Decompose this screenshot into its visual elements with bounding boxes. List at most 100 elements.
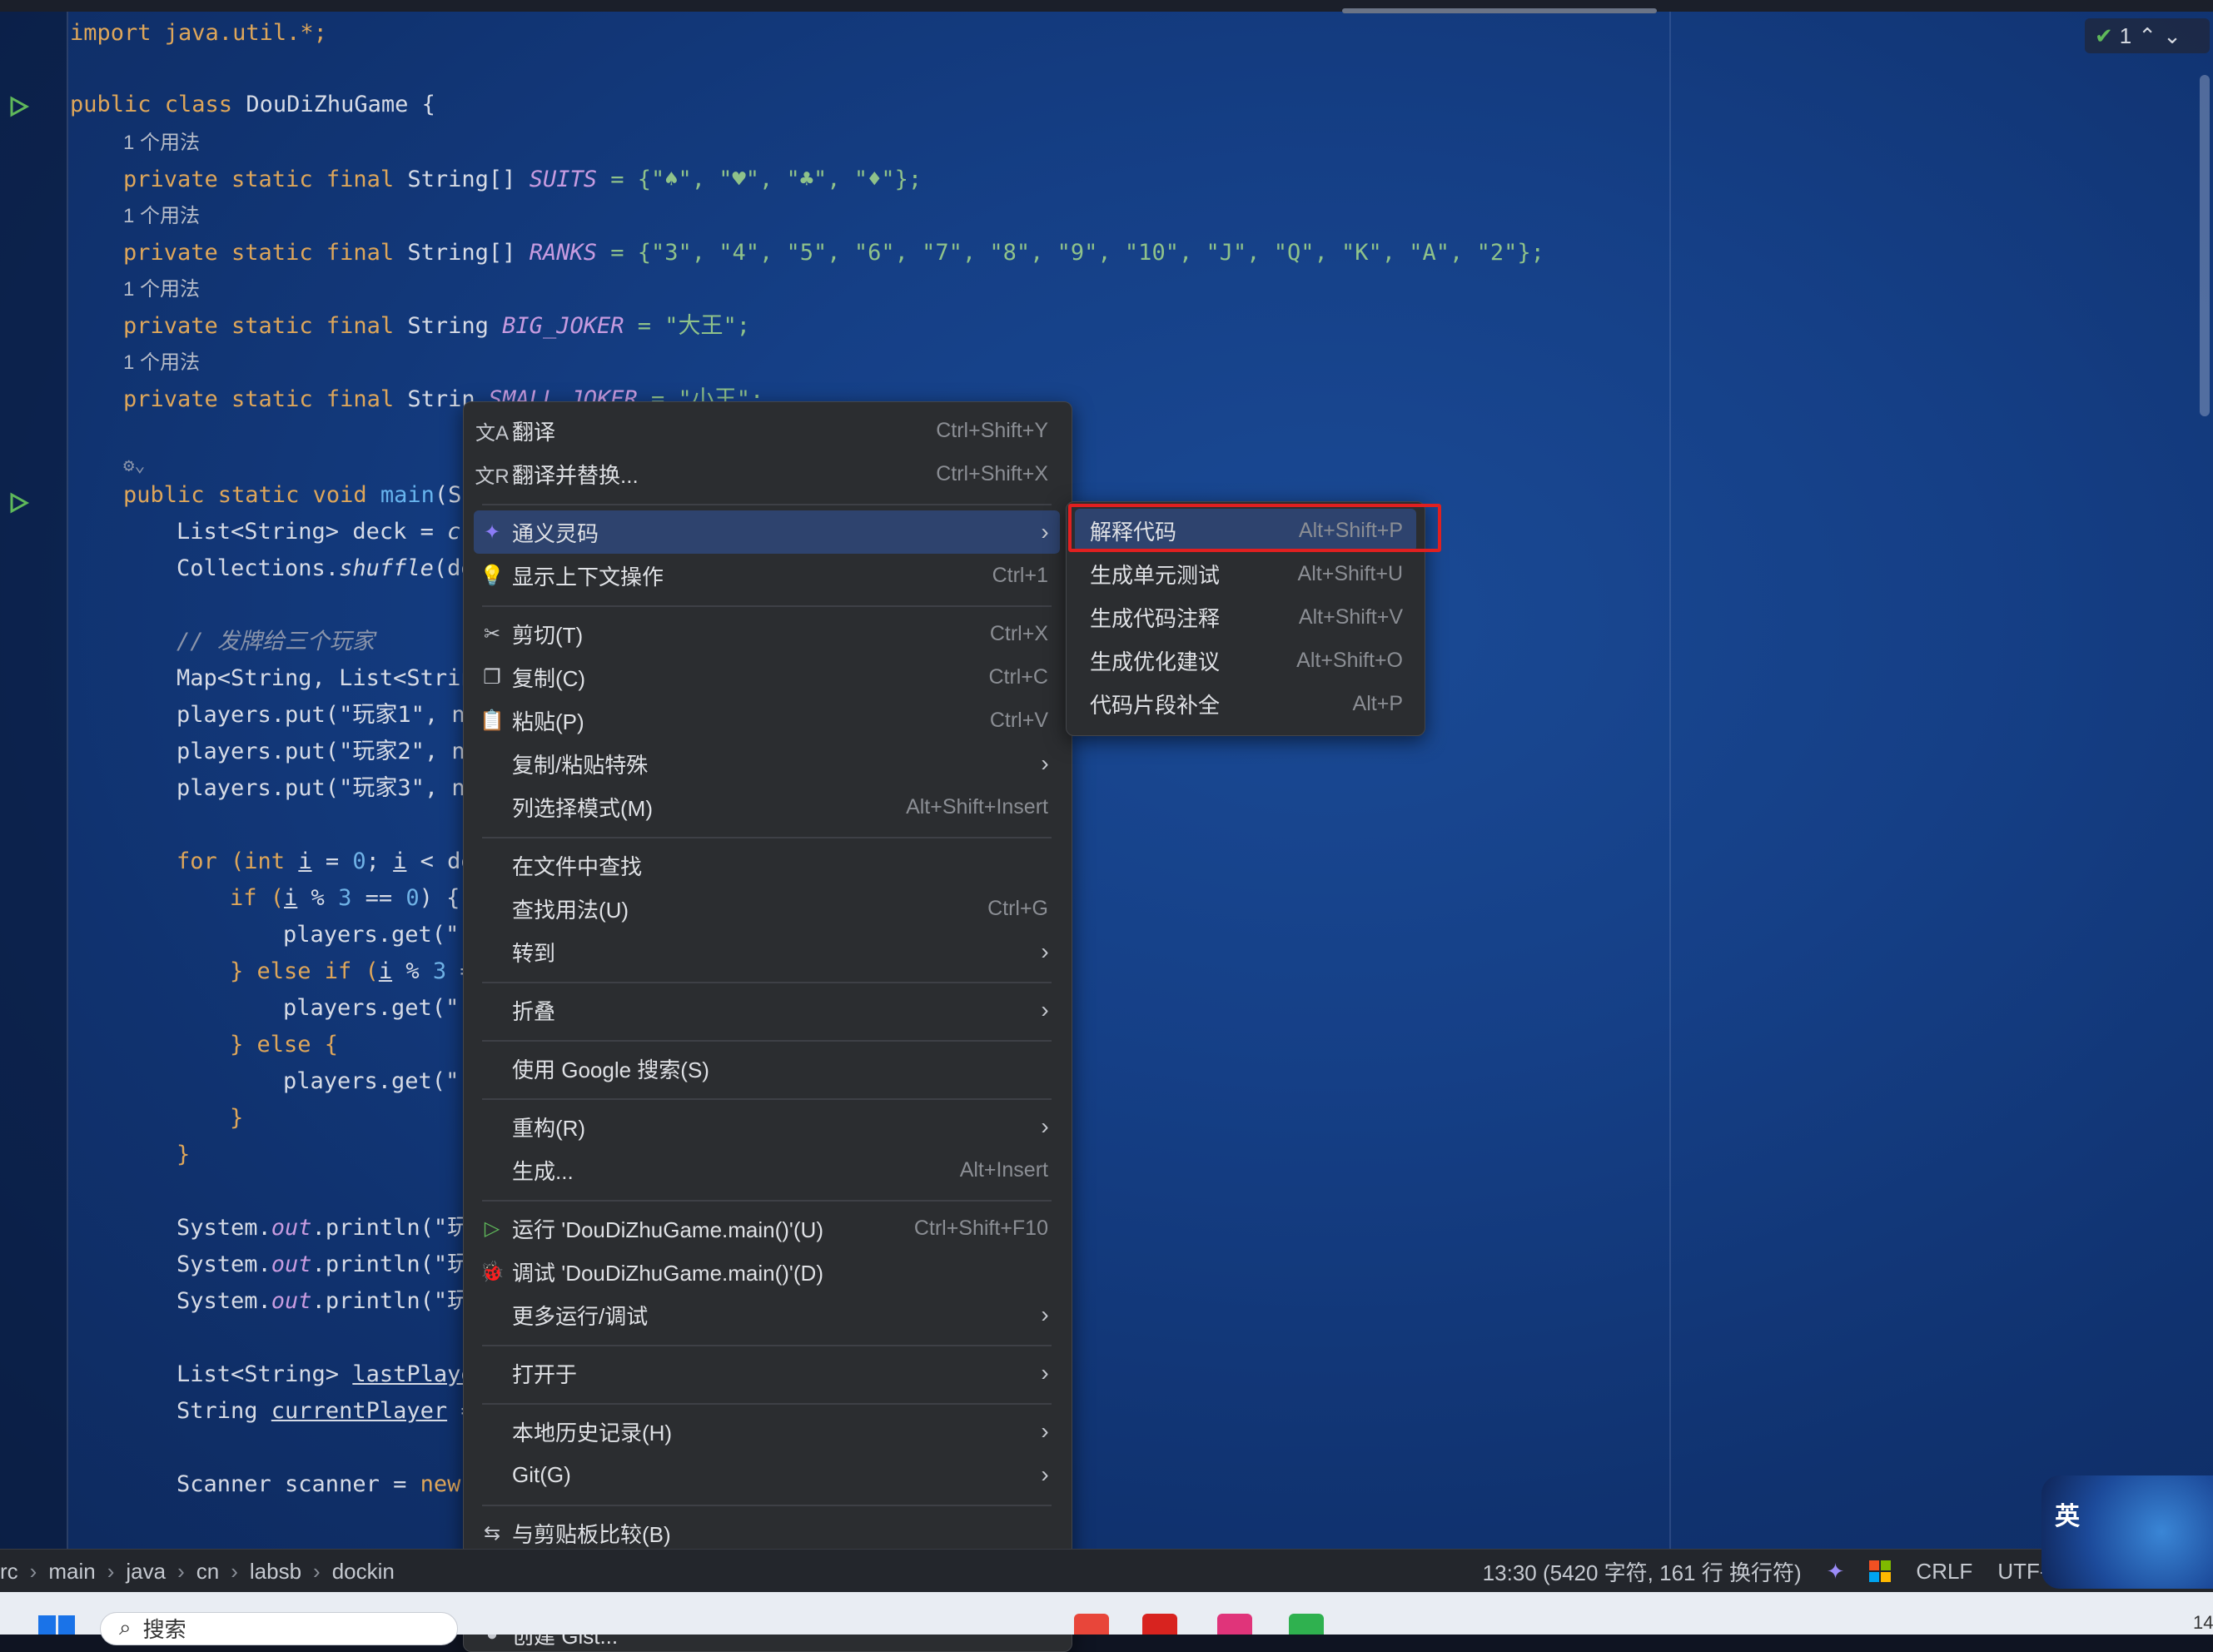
menu-item-paste[interactable]: 📋 粘贴(P) Ctrl+V: [474, 699, 1060, 742]
submenu-item-snippet-completion[interactable]: 代码片段补全 Alt+P: [1075, 682, 1416, 725]
caret-position[interactable]: 13:30 (5420 字符, 161 行 换行符): [1483, 1556, 1802, 1587]
code-line-suits[interactable]: private static final String[] SUITS = {"…: [123, 163, 922, 197]
taskbar-search-box[interactable]: ⌕ 搜索: [100, 1612, 458, 1645]
code-line-else-if[interactable]: } else if (i % 3 =: [230, 955, 474, 988]
breadcrumb-item[interactable]: java: [126, 1559, 166, 1585]
usage-hint[interactable]: 1 个用法: [123, 273, 200, 306]
menu-separator: [482, 504, 1052, 505]
usage-hint[interactable]: 1 个用法: [123, 200, 200, 233]
inspection-widget[interactable]: ✔ 1 ⌃ ⌄: [2085, 18, 2210, 53]
chevron-right-icon: ›: [1041, 1301, 1049, 1327]
windows-start-icon[interactable]: [38, 1615, 75, 1635]
code-line-if[interactable]: if (i % 3 == 0) {: [230, 882, 460, 915]
menu-item-find-in-files[interactable]: 在文件中查找: [474, 843, 1060, 887]
menu-item-cut[interactable]: ✂ 剪切(T) Ctrl+X: [474, 612, 1060, 655]
chevron-down-icon[interactable]: ⌄: [2163, 23, 2181, 49]
ime-mode-label: 英: [2055, 1502, 2080, 1531]
code-comment[interactable]: // 发牌给三个玩家: [177, 625, 375, 659]
breadcrumb-item[interactable]: rc: [0, 1559, 18, 1585]
run-icon[interactable]: [7, 491, 30, 515]
ime-widget[interactable]: 英: [2041, 1475, 2213, 1589]
editor-context-menu[interactable]: 文A 翻译 Ctrl+Shift+Y 文R 翻译并替换... Ctrl+Shift+X …: [463, 401, 1072, 1652]
ai-inlay-icon[interactable]: ⚙⌄: [123, 450, 146, 483]
submenu-item-optimize-suggestions[interactable]: 生成优化建议 Alt+Shift+O: [1075, 639, 1416, 682]
code-line-put2[interactable]: players.put("玩家2", n: [177, 735, 465, 769]
tray-clock[interactable]: 14: [2193, 1612, 2213, 1634]
wechat-icon[interactable]: [1289, 1614, 1324, 1635]
code-line-else[interactable]: } else {: [230, 1028, 338, 1062]
chevron-right-icon: ›: [1041, 1461, 1049, 1487]
line-gutter[interactable]: [0, 12, 68, 1549]
breadcrumb-item[interactable]: labsb: [250, 1559, 301, 1585]
line-separator[interactable]: CRLF: [1916, 1559, 1972, 1585]
menu-item-column-selection[interactable]: 列选择模式(M) Alt+Shift+Insert: [474, 785, 1060, 828]
horizontal-scroll-thumb[interactable]: [1342, 8, 1657, 13]
code-line-last-played[interactable]: List<String> lastPlaye: [177, 1358, 475, 1391]
menu-item-find-usages[interactable]: 查找用法(U) Ctrl+G: [474, 887, 1060, 930]
menu-item-copy[interactable]: ❐ 复制(C) Ctrl+C: [474, 655, 1060, 699]
run-icon: ▷: [484, 1217, 500, 1240]
code-line-close-for[interactable]: }: [177, 1138, 190, 1172]
menu-item-tongyi-lingma[interactable]: ✦ 通义灵码 ›: [474, 510, 1060, 554]
submenu-item-generate-unit-test[interactable]: 生成单元测试 Alt+Shift+U: [1075, 552, 1416, 595]
netease-music-icon[interactable]: [1142, 1614, 1177, 1635]
intellij-idea-icon[interactable]: [1217, 1614, 1252, 1635]
usage-hint[interactable]: 1 个用法: [123, 346, 200, 380]
menu-item-local-history[interactable]: 本地历史记录(H) ›: [474, 1410, 1060, 1453]
run-icon[interactable]: [7, 95, 30, 118]
code-line-map[interactable]: Map<String, List<Strin: [177, 662, 475, 695]
code-line-main[interactable]: public static void main(St: [123, 479, 475, 512]
menu-item-refactor[interactable]: 重构(R) ›: [474, 1105, 1060, 1148]
code-line-put1[interactable]: players.put("玩家1", n: [177, 699, 465, 732]
windows-logo-icon[interactable]: [1869, 1560, 1892, 1582]
menu-item-goto[interactable]: 转到 ›: [474, 930, 1060, 973]
chevron-up-icon[interactable]: ⌃: [2138, 23, 2156, 49]
code-line-for[interactable]: for (int i = 0; i < de: [177, 845, 475, 878]
chrome-icon[interactable]: [1074, 1614, 1109, 1635]
menu-item-generate[interactable]: 生成... Alt+Insert: [474, 1148, 1060, 1192]
code-line-get3[interactable]: players.get(": [283, 1065, 459, 1098]
menu-item-google-search[interactable]: 使用 Google 搜索(S): [474, 1047, 1060, 1090]
code-line-get2[interactable]: players.get(": [283, 992, 459, 1025]
code-line-deck[interactable]: List<String> deck = cr: [177, 515, 475, 549]
menu-item-translate-replace[interactable]: 文R 翻译并替换... Ctrl+Shift+X: [474, 452, 1060, 495]
menu-separator: [482, 982, 1052, 983]
menu-item-debug-main[interactable]: 🐞 调试 'DouDiZhuGame.main()'(D): [474, 1250, 1060, 1293]
chevron-right-icon: ›: [1041, 997, 1049, 1023]
code-line-current-player[interactable]: String currentPlayer =: [177, 1395, 475, 1428]
chevron-right-icon: ›: [1041, 1418, 1049, 1444]
breadcrumb-item[interactable]: cn: [196, 1559, 219, 1585]
menu-separator: [482, 605, 1052, 607]
code-line-class[interactable]: public class DouDiZhuGame {: [70, 88, 435, 122]
vertical-scrollbar[interactable]: [2200, 75, 2210, 416]
code-line-close-inner[interactable]: }: [230, 1102, 243, 1135]
menu-item-folding[interactable]: 折叠 ›: [474, 988, 1060, 1032]
code-line-println-1[interactable]: System.out.println("玩: [177, 1212, 470, 1245]
menu-item-run-main[interactable]: ▷ 运行 'DouDiZhuGame.main()'(U) Ctrl+Shift+F…: [474, 1207, 1060, 1250]
menu-separator: [482, 1200, 1052, 1202]
chevron-right-icon: ›: [177, 1558, 185, 1584]
menu-item-git[interactable]: Git(G) ›: [474, 1453, 1060, 1496]
code-line-ranks[interactable]: private static final String[] RANKS = {"…: [123, 236, 1544, 270]
breadcrumb-item[interactable]: dockin: [332, 1559, 395, 1585]
code-line-println-3[interactable]: System.out.println("玩: [177, 1285, 470, 1318]
submenu-item-generate-comments[interactable]: 生成代码注释 Alt+Shift+V: [1075, 595, 1416, 639]
code-line-println-2[interactable]: System.out.println("玩: [177, 1248, 470, 1281]
menu-separator: [482, 1345, 1052, 1346]
code-line-get1[interactable]: players.get(": [283, 918, 459, 952]
menu-item-copy-paste-special[interactable]: 复制/粘贴特殊 ›: [474, 742, 1060, 785]
menu-item-translate[interactable]: 文A 翻译 Ctrl+Shift+Y: [474, 409, 1060, 452]
code-line-put3[interactable]: players.put("玩家3", n: [177, 772, 465, 805]
code-editor[interactable]: ✔ 1 ⌃ ⌄ import java.util.*; public class…: [0, 0, 2213, 1549]
menu-item-open-in[interactable]: 打开于 ›: [474, 1351, 1060, 1395]
breadcrumb[interactable]: rc › main › java › cn › labsb › dockin: [0, 1550, 395, 1593]
code-line-scanner[interactable]: Scanner scanner = new: [177, 1468, 460, 1501]
tongyi-lingma-icon[interactable]: ✦: [1827, 1559, 1845, 1585]
code-line-big-joker[interactable]: private static final String BIG_JOKER = …: [123, 310, 750, 343]
menu-item-more-run-debug[interactable]: 更多运行/调试 ›: [474, 1293, 1060, 1336]
breadcrumb-item[interactable]: main: [48, 1559, 95, 1585]
menu-item-show-context-actions[interactable]: 💡 显示上下文操作 Ctrl+1: [474, 554, 1060, 597]
code-line-shuffle[interactable]: Collections.shuffle(de: [177, 552, 475, 585]
usage-hint[interactable]: 1 个用法: [123, 127, 200, 160]
code-line-import[interactable]: import java.util.*;: [70, 17, 327, 50]
